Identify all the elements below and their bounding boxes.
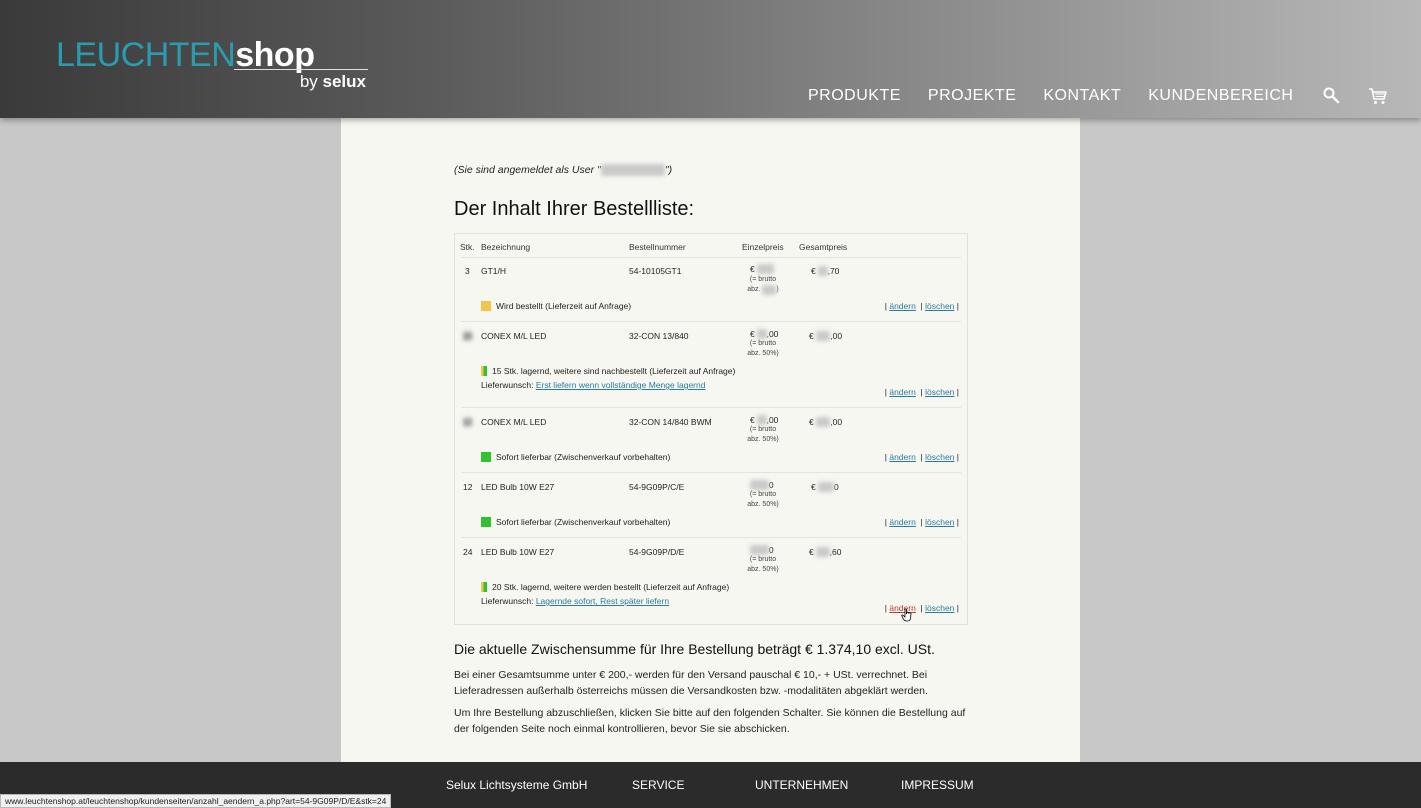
footer-service[interactable]: SERVICE bbox=[632, 778, 684, 792]
edit-link[interactable]: ändern bbox=[889, 517, 915, 527]
footer-unternehmen[interactable]: UNTERNEHMEN bbox=[755, 778, 848, 792]
login-note: (Sie sind angemeldet als User "username1… bbox=[454, 164, 673, 176]
footer-impressum[interactable]: IMPRESSUM bbox=[901, 778, 974, 792]
username-redacted: username123 bbox=[600, 164, 665, 176]
cart-icon[interactable] bbox=[1368, 86, 1388, 106]
delete-link[interactable]: löschen bbox=[925, 387, 954, 397]
item-qty: 24 bbox=[463, 547, 473, 557]
status-green-icon bbox=[481, 517, 491, 527]
status-yellow-icon bbox=[481, 301, 491, 311]
logo-leuchten: LEUCHTEN bbox=[56, 36, 236, 74]
row-divider bbox=[461, 257, 961, 258]
item-actions: | ändern | löschen | bbox=[884, 387, 959, 397]
item-total-price: € 117,60 bbox=[809, 547, 842, 557]
row-divider bbox=[461, 472, 961, 473]
row-divider bbox=[461, 407, 961, 408]
delivery-wish-link[interactable]: Lagernde sofort, Rest später liefern bbox=[536, 596, 669, 606]
item-price-note: (= bruttoabz. 50%) bbox=[747, 276, 779, 295]
item-total-price: € 540,00 bbox=[809, 417, 843, 427]
logo-divider bbox=[234, 69, 368, 70]
item-sku: 54-10105GT1 bbox=[629, 266, 682, 276]
delivery-wish-link[interactable]: Erst liefern wenn vollständige Menge lag… bbox=[536, 380, 706, 390]
page-title: Der Inhalt Ihrer Bestellliste: bbox=[454, 198, 695, 220]
item-price-note: (= bruttoabz. 50%) bbox=[747, 491, 779, 508]
item-status: Sofort lieferbar (Zwischenverkauf vorbeh… bbox=[481, 452, 670, 462]
item-status: Wird bestellt (Lieferzeit auf Anfrage) bbox=[481, 301, 631, 311]
item-sku: 32-CON 14/840 BWM bbox=[629, 417, 712, 427]
site-header: LEUCHTENshop by selux PRODUKTE PROJEKTE … bbox=[0, 0, 1421, 118]
logo-selux: selux bbox=[322, 72, 366, 91]
status-partial-icon bbox=[481, 366, 487, 376]
nav-produkte[interactable]: PRODUKTE bbox=[808, 87, 901, 105]
item-name: CONEX M/L LED bbox=[481, 331, 547, 341]
edit-link[interactable]: ändern bbox=[889, 452, 915, 462]
delete-link[interactable]: löschen bbox=[925, 603, 954, 613]
nav-projekte[interactable]: PROJEKTE bbox=[928, 87, 1016, 105]
item-unit-price: € 4,90 bbox=[750, 545, 774, 555]
item-sku: 54-9G09P/C/E bbox=[629, 482, 685, 492]
item-unit-price: € 0,00 bbox=[750, 264, 774, 274]
item-actions: | ändern | löschen | bbox=[884, 452, 959, 462]
checkout-info: Um Ihre Bestellung abzuschließen, klicke… bbox=[454, 707, 966, 735]
item-actions: | ändern | löschen | bbox=[884, 517, 959, 527]
col-name: Bezeichnung bbox=[481, 242, 531, 252]
search-icon[interactable] bbox=[1322, 86, 1342, 106]
status-partial-icon bbox=[481, 582, 487, 592]
delete-link[interactable]: löschen bbox=[925, 301, 954, 311]
item-price-note: (= bruttoabz. 50%) bbox=[747, 340, 779, 357]
logo-by: by bbox=[299, 72, 318, 91]
item-actions: | ändern | löschen | bbox=[884, 603, 959, 613]
browser-status-url: www.leuchtenshop.at/leuchtenshop/kundens… bbox=[0, 794, 392, 808]
item-status: 15 Stk. lagernd, weitere sind nachbestel… bbox=[481, 366, 735, 376]
item-total-price: € 11,80 bbox=[811, 482, 839, 492]
site-logo[interactable]: LEUCHTENshop by selux bbox=[56, 36, 368, 96]
row-divider bbox=[461, 321, 961, 322]
item-price-note: (= bruttoabz. 50%) bbox=[747, 556, 779, 573]
row-divider bbox=[461, 537, 961, 538]
main-nav: PRODUKTE PROJEKTE KONTAKT KUNDENBEREICH bbox=[808, 86, 1412, 106]
item-total-price: € 500,00 bbox=[809, 331, 843, 341]
item-status: Sofort lieferbar (Zwischenverkauf vorbeh… bbox=[481, 517, 670, 527]
shipping-info: Bei einer Gesamtsumme unter € 200,- werd… bbox=[454, 669, 928, 697]
item-name: GT1/H bbox=[481, 266, 507, 276]
item-price-note: (= bruttoabz. 50%) bbox=[747, 426, 779, 443]
item-unit-price: € 25,00 bbox=[750, 329, 779, 339]
item-total-price: € 00,70 bbox=[811, 266, 840, 276]
item-sku: 54-9G09P/D/E bbox=[629, 547, 685, 557]
col-sku: Bestellnummer bbox=[629, 242, 686, 252]
item-qty-redacted: 12 bbox=[463, 417, 473, 427]
subtotal-text: Die aktuelle Zwischensumme für Ihre Best… bbox=[454, 641, 935, 657]
delete-link[interactable]: löschen bbox=[925, 517, 954, 527]
item-qty: 3 bbox=[465, 266, 470, 276]
item-sku: 32-CON 13/840 bbox=[629, 331, 689, 341]
item-name: CONEX M/L LED bbox=[481, 417, 547, 427]
item-unit-price: € 9,90 bbox=[750, 480, 774, 490]
col-total-price: Gesamtpreis bbox=[799, 242, 848, 252]
main-content: (Sie sind angemeldet als User "username1… bbox=[341, 118, 1080, 762]
delivery-wish: Lieferwunsch: Lagernde sofort, Rest spät… bbox=[481, 596, 670, 606]
delete-link[interactable]: löschen bbox=[925, 452, 954, 462]
item-status: 20 Stk. lagernd, weitere werden bestellt… bbox=[481, 582, 729, 592]
status-green-icon bbox=[481, 452, 491, 462]
item-qty: 12 bbox=[463, 482, 473, 492]
item-qty-redacted: 20 bbox=[463, 331, 473, 341]
item-actions: | ändern | löschen | bbox=[884, 301, 959, 311]
item-unit-price: € 45,00 bbox=[750, 415, 779, 425]
edit-link[interactable]: ändern bbox=[889, 301, 915, 311]
order-list: Stk. Bezeichnung Bestellnummer Einzelpre… bbox=[454, 233, 968, 625]
hand-cursor-icon bbox=[901, 608, 912, 622]
nav-kontakt[interactable]: KONTAKT bbox=[1043, 87, 1121, 105]
col-unit-price: Einzelpreis bbox=[742, 242, 784, 252]
col-qty: Stk. bbox=[460, 242, 475, 252]
item-name: LED Bulb 10W E27 bbox=[481, 482, 555, 492]
logo-byline: by selux bbox=[300, 72, 366, 92]
item-name: LED Bulb 10W E27 bbox=[481, 547, 555, 557]
nav-kundenbereich[interactable]: KUNDENBEREICH bbox=[1148, 87, 1293, 105]
footer-company[interactable]: Selux Lichtsysteme GmbH bbox=[446, 778, 587, 792]
delivery-wish: Lieferwunsch: Erst liefern wenn vollstän… bbox=[481, 380, 706, 390]
edit-link[interactable]: ändern bbox=[889, 387, 915, 397]
